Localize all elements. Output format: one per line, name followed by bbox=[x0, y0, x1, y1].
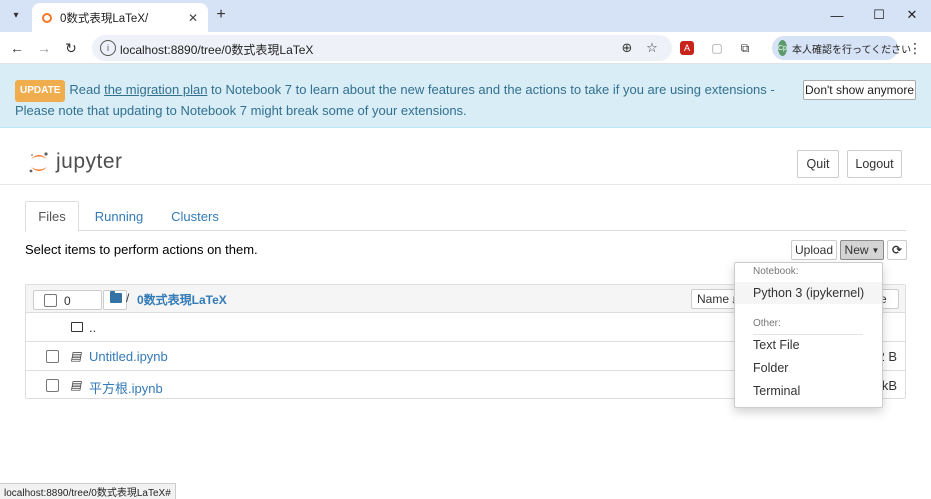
tab-close-icon[interactable]: ✕ bbox=[185, 10, 201, 26]
menu-item-python3[interactable]: Python 3 (ipykernel) bbox=[735, 282, 882, 304]
back-arrow-icon[interactable]: ← bbox=[8, 39, 26, 57]
notebook-icon: ▤ bbox=[69, 349, 84, 363]
profile-label: 本人確認を行ってください bbox=[791, 44, 912, 56]
update-badge: UPDATE bbox=[15, 80, 66, 102]
profile-button[interactable]: Cp 本人確認を行ってください bbox=[772, 36, 911, 60]
url-text: localhost:8890/tree/0数式表現LaTeX bbox=[120, 43, 314, 57]
jupyter-favicon-icon bbox=[42, 12, 52, 23]
file-size: kB bbox=[881, 378, 897, 393]
minimize-icon[interactable]: — bbox=[827, 5, 847, 25]
tab-title: 0数式表現LaTeX/ bbox=[60, 12, 149, 25]
refresh-button[interactable]: ⟳ bbox=[887, 240, 907, 260]
status-bar-url: localhost:8890/tree/0数式表現LaTeX# bbox=[0, 483, 176, 499]
breadcrumb-current-dir[interactable]: 0数式表現LaTeX bbox=[137, 291, 227, 308]
selected-count: 0 bbox=[64, 294, 71, 308]
notebook-icon: ▤ bbox=[69, 378, 84, 392]
refresh-icon: ⟳ bbox=[891, 243, 903, 257]
browser-toolbar: ← → ↻ i localhost:8890/tree/0数式表現LaTeX ⊕… bbox=[0, 32, 931, 64]
quit-button[interactable]: Quit bbox=[797, 150, 839, 178]
list-item-label[interactable]: 平方根.ipynb bbox=[89, 378, 163, 397]
breadcrumb-root[interactable]: / bbox=[126, 291, 129, 305]
select-all-checkbox[interactable] bbox=[44, 294, 57, 307]
tab-files[interactable]: Files bbox=[25, 201, 79, 232]
jupyter-logo-icon bbox=[28, 150, 50, 174]
profile-avatar: Cp bbox=[778, 40, 787, 56]
tab-clusters[interactable]: Clusters bbox=[165, 201, 225, 232]
browser-tab[interactable]: 0数式表現LaTeX/ ✕ bbox=[32, 3, 208, 32]
forward-arrow-icon[interactable]: → bbox=[35, 39, 53, 57]
new-dropdown-button[interactable]: New ▼ bbox=[840, 240, 884, 260]
reload-icon[interactable]: ↻ bbox=[62, 39, 80, 57]
other-section-header: Other: bbox=[753, 318, 781, 329]
caret-down-icon: ▼ bbox=[871, 245, 880, 255]
pdf-extension-icon[interactable]: A bbox=[680, 41, 694, 55]
window-close-icon[interactable]: ✕ bbox=[902, 5, 922, 25]
menu-item-text-file[interactable]: Text File bbox=[735, 334, 882, 356]
upload-button[interactable]: Upload bbox=[791, 240, 837, 260]
extension-icon[interactable]: ▢ bbox=[708, 39, 726, 57]
list-item-label[interactable]: Untitled.ipynb bbox=[89, 349, 168, 364]
jupyter-logo-text: jupyter bbox=[56, 150, 123, 173]
new-dropdown-menu: Notebook: Python 3 (ipykernel) Other: Te… bbox=[734, 262, 883, 408]
selection-hint: Select items to perform actions on them. bbox=[25, 242, 258, 257]
extensions-puzzle-icon[interactable]: ⧉ bbox=[736, 39, 754, 57]
zoom-icon[interactable]: ⊕ bbox=[618, 39, 636, 57]
tab-search-chevron-icon[interactable]: ▾ bbox=[7, 6, 25, 24]
migration-plan-link[interactable]: the migration plan bbox=[104, 82, 207, 97]
menu-item-folder[interactable]: Folder bbox=[735, 357, 882, 379]
tab-running[interactable]: Running bbox=[89, 201, 149, 232]
sort-name-label: Name bbox=[697, 292, 730, 306]
folder-icon bbox=[71, 322, 83, 332]
row-checkbox[interactable] bbox=[46, 350, 59, 363]
site-info-icon[interactable]: i bbox=[100, 40, 116, 56]
new-button-label: New bbox=[844, 243, 869, 257]
logout-button[interactable]: Logout bbox=[847, 150, 902, 178]
address-bar[interactable]: i localhost:8890/tree/0数式表現LaTeX ⊕ ☆ bbox=[92, 35, 672, 61]
maximize-icon[interactable]: ☐ bbox=[869, 5, 889, 25]
select-all-control[interactable]: 0 bbox=[33, 290, 102, 310]
notebook-section-header: Notebook: bbox=[753, 266, 799, 277]
folder-icon bbox=[110, 291, 122, 303]
row-checkbox[interactable] bbox=[46, 379, 59, 392]
dashboard-tabs: Files Running Clusters bbox=[25, 201, 906, 232]
bookmark-star-icon[interactable]: ☆ bbox=[643, 39, 661, 57]
jupyter-logo[interactable]: jupyter bbox=[28, 150, 123, 174]
banner-text-before: Read bbox=[69, 82, 105, 97]
update-banner: UPDATE Read the migration plan to Noteboo… bbox=[0, 64, 931, 128]
jupyter-header: jupyter bbox=[0, 128, 931, 185]
banner-message: UPDATE Read the migration plan to Noteboo… bbox=[15, 80, 805, 120]
dont-show-anymore-button[interactable]: Don't show anymore bbox=[803, 80, 916, 100]
browser-tab-bar: ▾ 0数式表現LaTeX/ ✕ + — ☐ ✕ bbox=[0, 0, 931, 32]
new-tab-plus-icon[interactable]: + bbox=[212, 6, 230, 24]
list-item-label[interactable]: .. bbox=[89, 320, 96, 335]
menu-item-terminal[interactable]: Terminal bbox=[735, 380, 882, 402]
browser-menu-icon[interactable]: ⋮ bbox=[906, 39, 924, 57]
